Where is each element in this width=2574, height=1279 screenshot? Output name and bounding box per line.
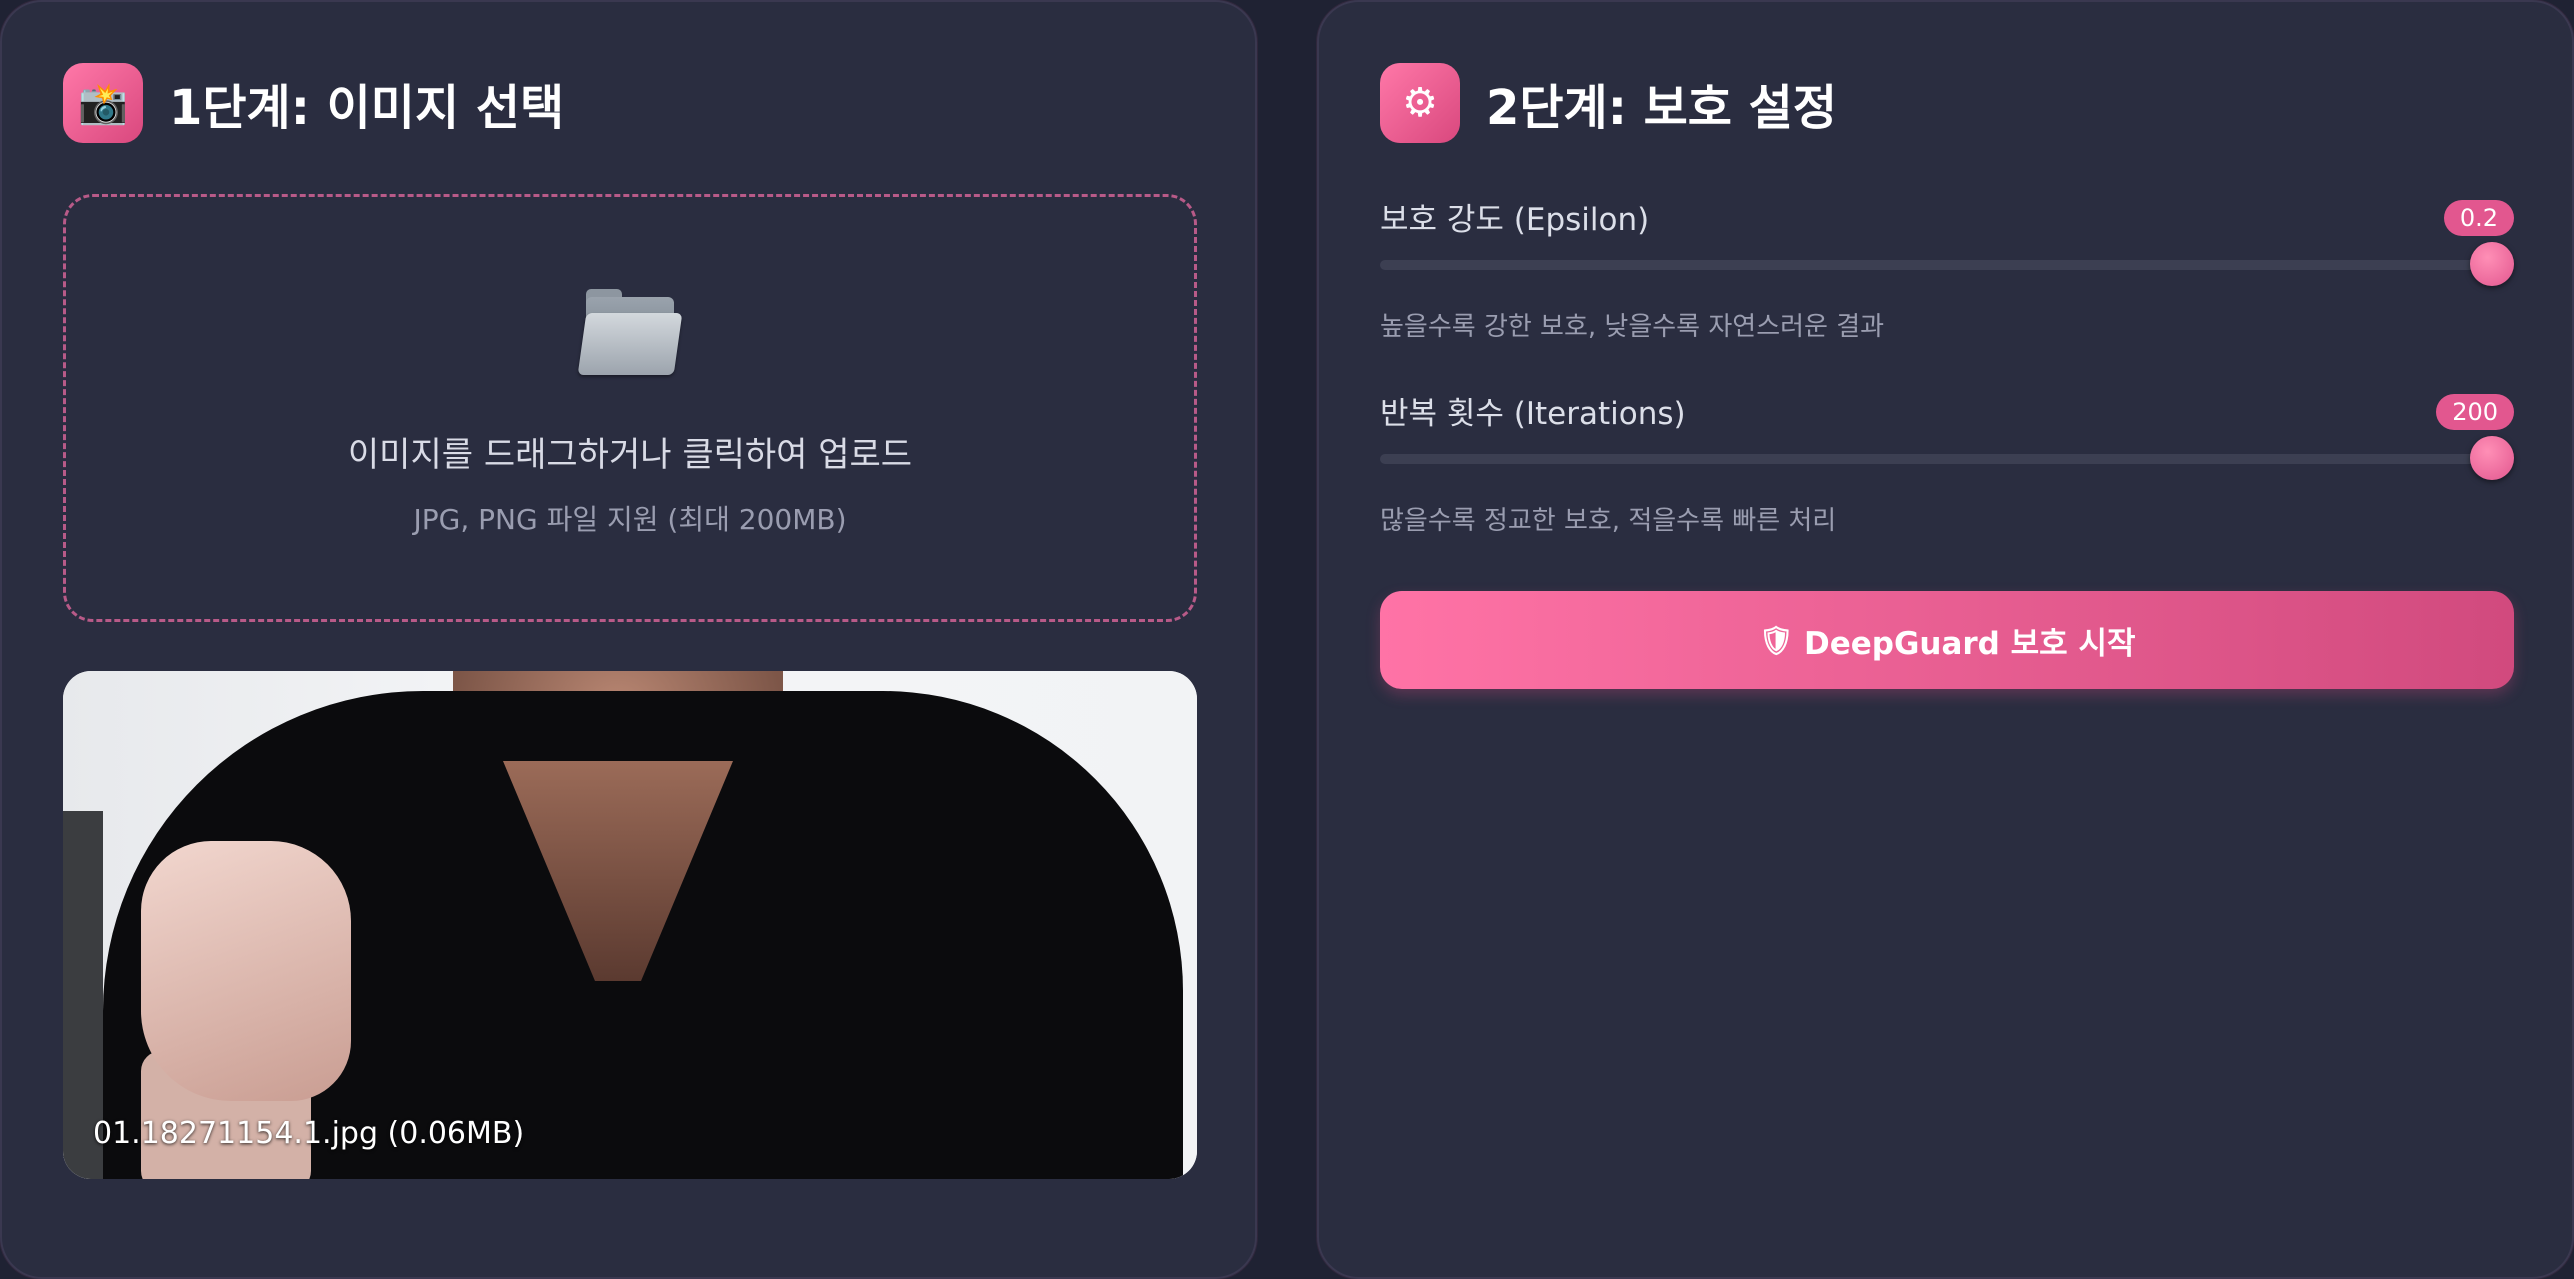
step2-header: ⚙ 2단계: 보호 설정 [1380,63,1837,143]
step2-panel: ⚙ 2단계: 보호 설정 보호 강도 (Epsilon) 0.2 높을수록 강한… [1317,0,2574,1279]
step1-title: 1단계: 이미지 선택 [169,80,565,136]
folder-icon [577,289,683,375]
iterations-setting: 반복 횟수 (Iterations) 200 많을수록 정교한 보호, 적을수록… [1380,388,2514,548]
epsilon-slider[interactable] [1380,242,2514,286]
iterations-hint: 많을수록 정교한 보호, 적을수록 빠른 처리 [1380,506,1837,536]
preview-filename: 01.18271154.1.jpg (0.06MB) [93,1116,525,1151]
iterations-slider[interactable] [1380,436,2514,480]
dropzone-subtitle: JPG, PNG 파일 지원 (최대 200MB) [413,503,847,536]
epsilon-value-badge: 0.2 [2443,200,2514,236]
image-preview: 01.18271154.1.jpg (0.06MB) [63,671,1197,1179]
gear-icon: ⚙ [1380,63,1460,143]
epsilon-hint: 높을수록 강한 보호, 낮을수록 자연스러운 결과 [1380,312,1885,342]
step2-title: 2단계: 보호 설정 [1486,80,1837,136]
epsilon-setting: 보호 강도 (Epsilon) 0.2 높을수록 강한 보호, 낮을수록 자연스… [1380,194,2514,354]
image-dropzone[interactable]: 이미지를 드래그하거나 클릭하여 업로드 JPG, PNG 파일 지원 (최대 … [63,194,1197,622]
shield-icon: 🛡 [1758,623,1794,657]
start-protection-button[interactable]: 🛡 DeepGuard 보호 시작 [1380,591,2514,689]
step1-panel: 📸 1단계: 이미지 선택 이미지를 드래그하거나 클릭하여 업로드 JPG, … [0,0,1257,1279]
iterations-value-badge: 200 [2436,394,2514,430]
iterations-label: 반복 횟수 (Iterations) [1380,396,1686,432]
start-button-label: DeepGuard 보호 시작 [1803,625,2136,662]
step1-header: 📸 1단계: 이미지 선택 [63,63,564,143]
epsilon-slider-thumb[interactable] [2470,242,2514,286]
iterations-slider-thumb[interactable] [2470,436,2514,480]
camera-icon: 📸 [63,63,143,143]
dropzone-title: 이미지를 드래그하거나 클릭하여 업로드 [347,435,913,475]
epsilon-label: 보호 강도 (Epsilon) [1380,202,1650,238]
